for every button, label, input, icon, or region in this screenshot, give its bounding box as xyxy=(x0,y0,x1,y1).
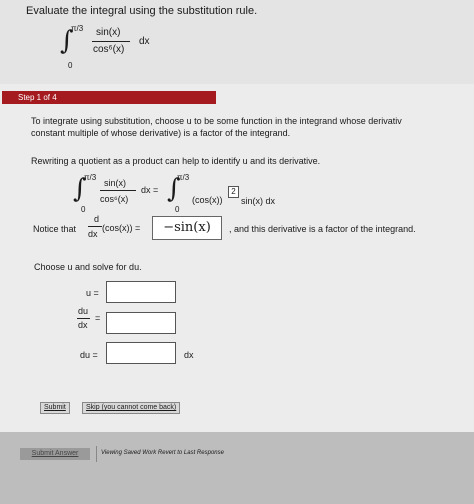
derivative-answer-field[interactable]: −sin(x) xyxy=(152,216,222,240)
lower-limit: 0 xyxy=(175,205,180,214)
differential: dx xyxy=(139,36,150,47)
upper-limit: π/3 xyxy=(84,173,97,182)
du-suffix: dx xyxy=(184,350,194,360)
dudx-input[interactable] xyxy=(106,312,176,334)
divider xyxy=(96,446,97,462)
dudx-equals: = xyxy=(95,313,101,323)
integrand-numerator: sin(x) xyxy=(96,27,121,38)
u-label: u = xyxy=(86,288,99,298)
lhs-dx: dx = xyxy=(141,185,159,195)
upper-limit: π/3 xyxy=(177,173,190,182)
problem-title: Evaluate the integral using the substitu… xyxy=(26,5,258,17)
choose-text: Choose u and solve for du. xyxy=(34,262,142,272)
step-label: Step 1 of 4 xyxy=(2,91,216,104)
dudx-numerator: du xyxy=(78,306,89,316)
submit-answer-button[interactable]: Submit Answer xyxy=(20,448,90,460)
derivative-d: d xyxy=(94,214,100,224)
submit-button[interactable]: Submit xyxy=(40,402,70,414)
notice-suffix: , and this derivative is a factor of the… xyxy=(229,224,416,234)
integrand-denominator: cos⁶(x) xyxy=(93,44,125,55)
fraction-bar xyxy=(100,190,136,191)
exponent-box: 2 xyxy=(228,186,239,198)
bottom-bar xyxy=(0,432,474,504)
rewrite-text: Rewriting a quotient as a product can he… xyxy=(31,156,321,166)
fraction-bar xyxy=(92,41,130,42)
lhs-numerator: sin(x) xyxy=(104,178,126,188)
notice-expression: (cos(x)) = xyxy=(102,223,141,233)
notice-prefix: Notice that xyxy=(33,224,77,234)
lower-limit: 0 xyxy=(81,205,86,214)
upper-limit: π/3 xyxy=(71,24,84,33)
u-input[interactable] xyxy=(106,281,176,303)
skip-button[interactable]: Skip (you cannot come back) xyxy=(82,402,181,414)
lhs-denominator: cos⁶(x) xyxy=(100,194,129,204)
rhs-base: (cos(x)) xyxy=(192,195,223,205)
du-input[interactable] xyxy=(106,342,176,364)
dudx-denominator: dx xyxy=(78,320,88,330)
derivative-dx: dx xyxy=(88,229,98,239)
rhs-rest: sin(x) dx xyxy=(241,196,276,206)
viewing-saved-work-link[interactable]: Viewing Saved Work Revert to Last Respon… xyxy=(101,450,224,456)
lower-limit: 0 xyxy=(68,61,73,70)
du-label: du = xyxy=(80,350,98,360)
intro-text-1: To integrate using substitution, choose … xyxy=(31,116,402,126)
intro-text-2: constant multiple of whose derivative) i… xyxy=(31,128,291,138)
fraction-bar xyxy=(88,226,102,227)
fraction-bar xyxy=(77,318,90,319)
